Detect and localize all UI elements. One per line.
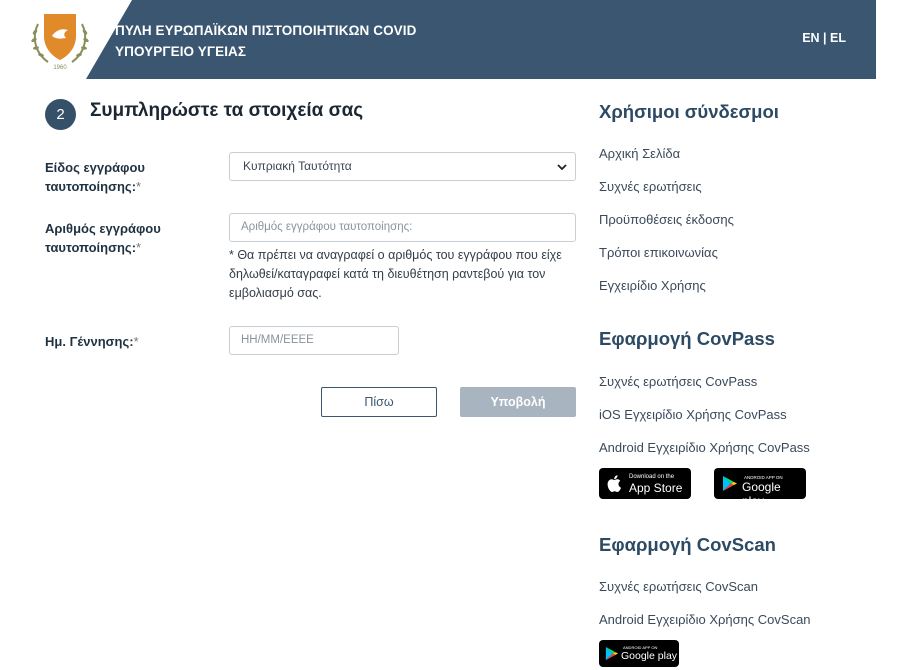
googleplay-badge-big-text: Google play <box>742 480 781 508</box>
site-header: 1960 ΠΥΛΗ ΕΥΡΩΠΑΪΚΩΝ ΠΙΣΤΟΠΟΙΗΤΙΚΩΝ COVI… <box>22 0 876 79</box>
appstore-badge-big-text: App Store <box>629 481 683 495</box>
covscan-google-play-badge[interactable]: ANDROID APP ON Google play <box>599 640 679 667</box>
google-play-icon <box>723 476 737 491</box>
link-issuance-conditions[interactable]: Προϋποθέσεις έκδοσης <box>599 212 734 227</box>
link-covpass-android-manual[interactable]: Android Εγχειρίδιο Χρήσης CovPass <box>599 440 810 455</box>
covpass-heading: Εφαρμογή CovPass <box>599 328 775 349</box>
link-covpass-ios-manual[interactable]: iOS Εγχειρίδιο Χρήσης CovPass <box>599 407 787 422</box>
doc-type-select[interactable]: Κυπριακή Ταυτότητα <box>229 152 576 181</box>
cyprus-coat-of-arms-logo[interactable]: 1960 <box>26 6 94 72</box>
doc-type-label-line1: Είδος εγγράφου <box>45 160 145 175</box>
doc-number-label: Αριθμός εγγράφου ταυτοποίησης:* <box>45 219 161 257</box>
submit-button[interactable]: Υποβολή <box>460 387 576 417</box>
lang-en-link[interactable]: EN <box>802 31 819 45</box>
header-title-line1: ΠΥΛΗ ΕΥΡΩΠΑΪΚΩΝ ΠΙΣΤΟΠΟΙΗΤΙΚΩΝ COVID <box>115 23 417 38</box>
step-number-badge: 2 <box>45 99 76 130</box>
doc-number-label-line2: ταυτοποίησης:* <box>45 240 142 255</box>
svg-text:1960: 1960 <box>53 65 67 71</box>
link-contact[interactable]: Τρόποι επικοινωνίας <box>599 245 718 260</box>
covscan-heading: Εφαρμογή CovScan <box>599 534 776 555</box>
header-title: ΠΥΛΗ ΕΥΡΩΠΑΪΚΩΝ ΠΙΣΤΟΠΟΙΗΤΙΚΩΝ COVID ΥΠΟ… <box>115 20 416 62</box>
covscan-googleplay-big-text: Google play <box>621 650 678 662</box>
header-title-line2: ΥΠΟΥΡΓΕΙΟ ΥΓΕΙΑΣ <box>115 44 247 59</box>
doc-type-label: Είδος εγγράφου ταυτοποίησης:* <box>45 158 145 196</box>
dob-input[interactable]: ΗΗ/ΜΜ/ΕΕΕΕ <box>229 326 399 355</box>
required-mark: * <box>136 179 142 194</box>
app-store-badge[interactable]: Download on the App Store <box>599 468 691 499</box>
required-mark: * <box>133 334 139 349</box>
link-user-manual[interactable]: Εγχειρίδιο Χρήσης <box>599 278 706 293</box>
google-play-icon <box>605 646 619 661</box>
lang-el-link[interactable]: EL <box>830 31 846 45</box>
link-faq[interactable]: Συχνές ερωτήσεις <box>599 179 702 194</box>
doc-number-label-line1: Αριθμός εγγράφου <box>45 221 161 236</box>
google-play-badge[interactable]: ANDROID APP ON Google play <box>714 468 806 508</box>
required-mark: * <box>136 240 142 255</box>
doc-number-note: * Θα πρέπει να αναγραφεί ο αριθμός του ε… <box>229 248 562 300</box>
doc-type-selected-value: Κυπριακή Ταυτότητα <box>243 159 352 173</box>
link-home[interactable]: Αρχική Σελίδα <box>599 146 680 161</box>
chevron-down-icon <box>557 164 567 171</box>
doc-type-label-line2: ταυτοποίησης:* <box>45 179 142 194</box>
link-covpass-faq[interactable]: Συχνές ερωτήσεις CovPass <box>599 374 757 389</box>
back-button[interactable]: Πίσω <box>321 387 437 417</box>
doc-number-input[interactable]: Αριθμός εγγράφου ταυτοποίησης: <box>229 213 576 242</box>
link-covscan-android-manual[interactable]: Android Εγχειρίδιο Χρήσης CovScan <box>599 612 811 627</box>
language-switcher: EN | EL <box>802 31 846 45</box>
appstore-badge-small-text: Download on the <box>629 474 675 480</box>
dob-label: Ημ. Γέννησης:* <box>45 334 139 349</box>
useful-links-heading: Χρήσιμοι σύνδεσμοι <box>599 101 779 122</box>
step-title: Συμπληρώστε τα στοιχεία σας <box>90 100 364 121</box>
apple-icon <box>607 475 621 492</box>
lang-separator: | <box>819 31 831 45</box>
link-covscan-faq[interactable]: Συχνές ερωτήσεις CovScan <box>599 579 758 594</box>
